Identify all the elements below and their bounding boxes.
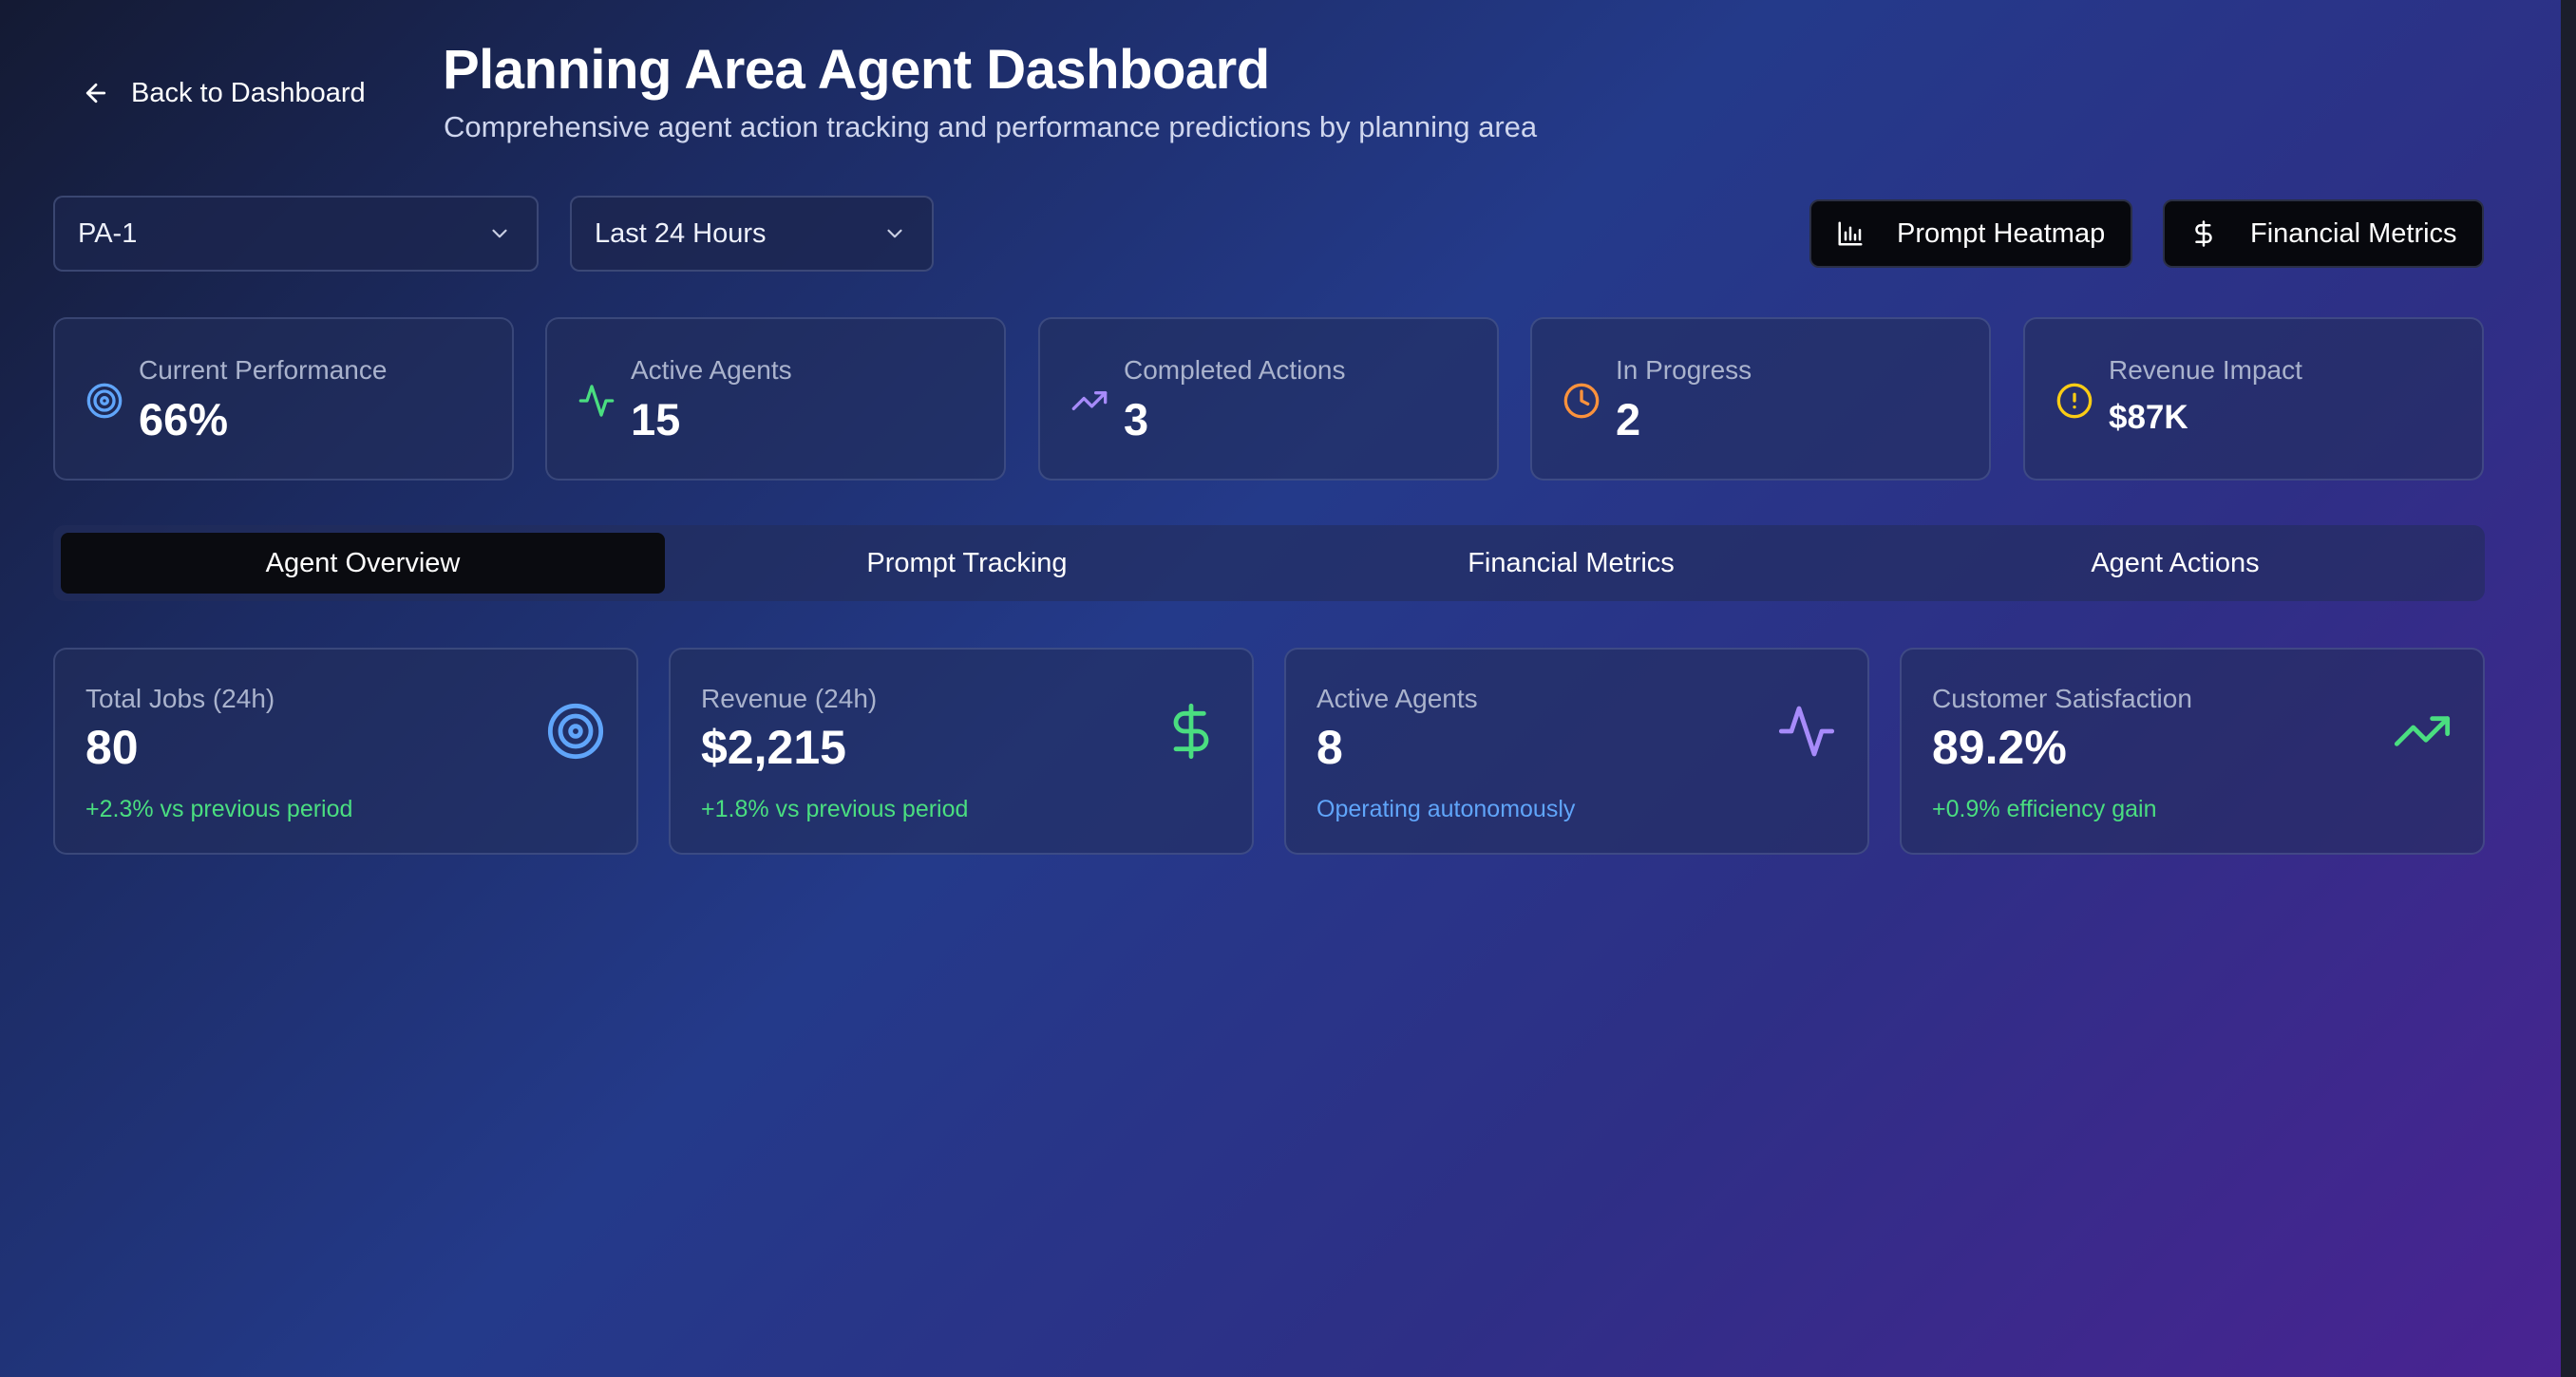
chevron-down-icon xyxy=(492,229,507,238)
metric-card-revenue: Revenue (24h) $2,215 +1.8% vs previous p… xyxy=(669,648,1254,855)
financial-metrics-button[interactable]: Financial Metrics xyxy=(2163,199,2484,268)
stat-label: In Progress xyxy=(1616,355,1752,385)
metric-note: +2.3% vs previous period xyxy=(85,796,353,822)
metric-card-customer-satisfaction: Customer Satisfaction 89.2% +0.9% effici… xyxy=(1900,648,2485,855)
trending-up-icon xyxy=(1071,391,1108,410)
stat-card-current-performance: Current Performance 66% xyxy=(53,317,514,481)
prompt-heatmap-button[interactable]: Prompt Heatmap xyxy=(1809,199,2132,268)
target-icon xyxy=(547,703,604,760)
back-label: Back to Dashboard xyxy=(131,77,366,108)
financial-metrics-label: Financial Metrics xyxy=(2250,217,2457,249)
metric-value: 80 xyxy=(85,721,139,774)
tab-label: Agent Actions xyxy=(2091,547,2260,578)
stat-label: Current Performance xyxy=(139,355,388,385)
tab-agent-overview[interactable]: Agent Overview xyxy=(61,533,665,594)
stat-value: 3 xyxy=(1124,394,1149,444)
planning-area-value: PA-1 xyxy=(78,217,138,249)
dollar-icon xyxy=(2195,220,2212,247)
tab-label: Financial Metrics xyxy=(1468,547,1675,578)
planning-area-select[interactable]: PA-1 xyxy=(53,196,539,272)
stat-card-active-agents: Active Agents 15 xyxy=(545,317,1006,481)
activity-icon xyxy=(1778,706,1835,757)
bar-chart-icon xyxy=(1838,221,1863,246)
prompt-heatmap-label: Prompt Heatmap xyxy=(1897,217,2106,249)
time-range-select[interactable]: Last 24 Hours xyxy=(570,196,934,272)
tab-financial-metrics[interactable]: Financial Metrics xyxy=(1269,533,1873,594)
planning-area-dashboard: Back to Dashboard Planning Area Agent Da… xyxy=(0,0,2561,1377)
metric-note: +1.8% vs previous period xyxy=(701,796,969,822)
metric-label: Customer Satisfaction xyxy=(1932,684,2192,713)
tab-bar: Agent Overview Prompt Tracking Financial… xyxy=(53,525,2485,601)
metric-value: 8 xyxy=(1316,721,1343,774)
dollar-icon xyxy=(1173,703,1209,760)
tab-agent-actions[interactable]: Agent Actions xyxy=(1873,533,2477,594)
arrow-left-icon xyxy=(85,83,106,104)
metric-card-total-jobs: Total Jobs (24h) 80 +2.3% vs previous pe… xyxy=(53,648,638,855)
clock-icon xyxy=(1563,383,1600,419)
metric-value: $2,215 xyxy=(701,721,846,774)
time-range-value: Last 24 Hours xyxy=(595,217,767,249)
stat-label: Completed Actions xyxy=(1124,355,1346,385)
tab-label: Agent Overview xyxy=(265,547,461,578)
target-icon xyxy=(86,383,123,419)
back-to-dashboard-button[interactable]: Back to Dashboard xyxy=(61,57,388,129)
stat-label: Active Agents xyxy=(631,355,792,385)
metric-value: 89.2% xyxy=(1932,721,2067,774)
stat-value: $87K xyxy=(2109,399,2188,436)
window-edge xyxy=(2561,0,2576,1377)
stat-card-in-progress: In Progress 2 xyxy=(1530,317,1991,481)
tab-label: Prompt Tracking xyxy=(866,547,1068,578)
stat-card-completed-actions: Completed Actions 3 xyxy=(1038,317,1499,481)
page-title: Planning Area Agent Dashboard xyxy=(443,39,1270,101)
tab-prompt-tracking[interactable]: Prompt Tracking xyxy=(665,533,1269,594)
stat-label: Revenue Impact xyxy=(2109,355,2302,385)
metric-note: Operating autonomously xyxy=(1316,796,1576,822)
metric-label: Revenue (24h) xyxy=(701,684,878,713)
trending-up-icon xyxy=(2394,716,2451,746)
metric-label: Total Jobs (24h) xyxy=(85,684,275,713)
stat-value: 2 xyxy=(1616,394,1641,444)
activity-icon xyxy=(578,385,615,417)
chevron-down-icon xyxy=(887,229,902,238)
stat-card-revenue-impact: Revenue Impact $87K xyxy=(2023,317,2484,481)
stat-value: 15 xyxy=(631,394,681,444)
alert-circle-icon xyxy=(2056,383,2093,419)
metric-label: Active Agents xyxy=(1316,684,1478,713)
metric-note: +0.9% efficiency gain xyxy=(1932,796,2157,822)
stat-value: 66% xyxy=(139,394,229,444)
metric-card-active-agents: Active Agents 8 Operating autonomously xyxy=(1284,648,1869,855)
page-subtitle: Comprehensive agent action tracking and … xyxy=(444,110,1538,143)
